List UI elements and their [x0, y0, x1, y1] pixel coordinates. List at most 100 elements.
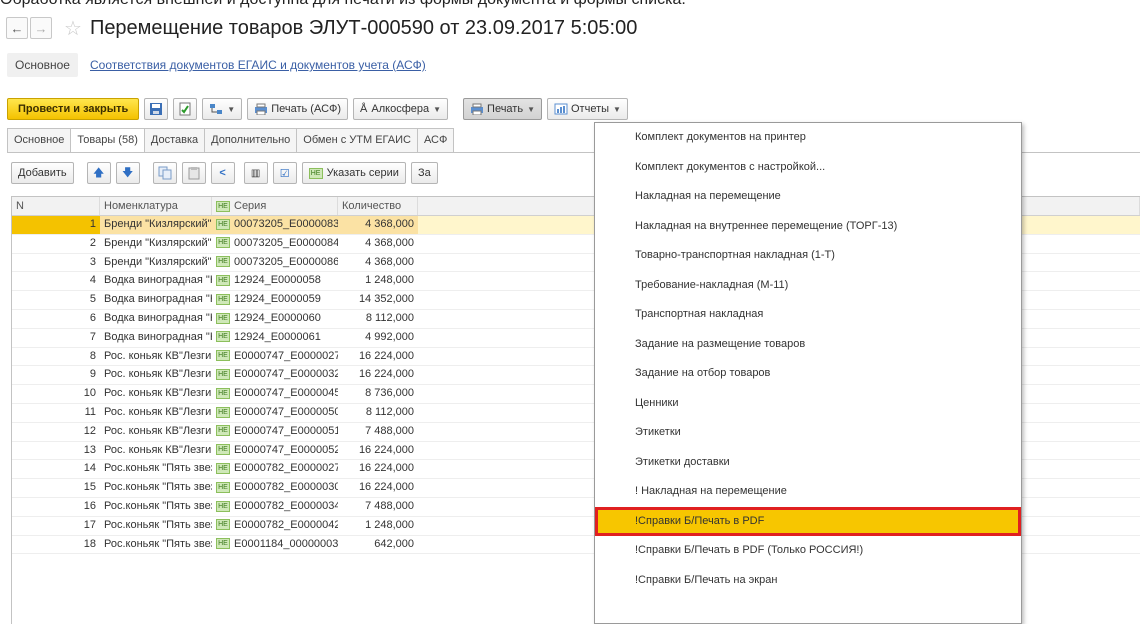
header-series[interactable]: НЕ Серия: [212, 197, 338, 215]
star-icon[interactable]: ☆: [64, 16, 82, 41]
add-button[interactable]: Добавить: [11, 162, 74, 184]
cell-nomenclature: Рос. коньяк КВ"Лезгинк...: [104, 349, 212, 362]
cell-nomenclature: Бренди "Кизлярский" Ма...: [104, 236, 212, 249]
tab-main[interactable]: Основное: [7, 128, 72, 152]
header-series-label: Серия: [234, 200, 267, 212]
series-icon: НЕ: [216, 237, 230, 249]
cell-nomenclature: Бренди "Кизлярский" Ма...: [104, 255, 212, 268]
section-link-egais[interactable]: Соответствия документов ЕГАИС и документ…: [90, 58, 426, 72]
barcode-button[interactable]: ▥: [243, 162, 268, 184]
form-toolbar: Провести и закрыть ▼ Печать (АСФ) Å Алко…: [7, 96, 628, 122]
print-menu-item[interactable]: Комплект документов на принтер: [595, 123, 1021, 153]
series-icon: НЕ: [216, 444, 230, 456]
share-button[interactable]: <: [210, 162, 235, 184]
back-button[interactable]: ←: [6, 17, 28, 39]
cell-nomenclature: Рос. коньяк КВ"Лезгинк...: [104, 405, 212, 418]
alcosfera-dropdown[interactable]: Å Алкосфера ▼: [353, 98, 449, 120]
barcode-icon: ▥: [250, 167, 261, 179]
series-icon: НЕ: [216, 293, 230, 305]
cell-series-value: 00073205_E0000083: [234, 218, 338, 230]
cell-series: НЕ E0000782_E0000042: [212, 517, 338, 535]
paste-button[interactable]: [181, 162, 206, 184]
cell-series: НЕ E0000782_E0000027: [212, 460, 338, 478]
tab-delivery[interactable]: Доставка: [143, 128, 206, 152]
cell-quantity: 1 248,000: [365, 274, 414, 287]
tab-goods[interactable]: Товары (58): [70, 128, 145, 152]
cell-quantity: 14 352,000: [358, 293, 414, 306]
series-icon: НЕ: [216, 218, 230, 230]
post-button[interactable]: [173, 98, 198, 120]
print-menu-item[interactable]: Накладная на перемещение: [595, 182, 1021, 212]
print-menu-item[interactable]: Задание на размещение товаров: [595, 330, 1021, 360]
cell-n: 3: [89, 255, 96, 268]
print-menu-item[interactable]: Товарно-транспортная накладная (1-Т): [595, 241, 1021, 271]
print-menu-item[interactable]: Комплект документов с настройкой...: [595, 153, 1021, 183]
cell-series: НЕ 00073205_E0000086: [212, 254, 338, 272]
print-asf-button[interactable]: Печать (АСФ): [247, 98, 349, 120]
printer-icon: [255, 103, 268, 115]
cell-series: НЕ 12924_E0000061: [212, 329, 338, 347]
cell-nomenclature: Водка виноградная "Киз...: [104, 311, 212, 324]
copy-button[interactable]: [152, 162, 177, 184]
cell-n: 16: [83, 499, 96, 512]
forward-button[interactable]: →: [30, 17, 52, 39]
cell-series-value: E0000747_E0000051: [234, 424, 338, 437]
reports-dropdown[interactable]: Отчеты ▼: [547, 98, 628, 120]
print-menu-item[interactable]: Ценники: [595, 389, 1021, 419]
specify-series-label: Указать серии: [326, 167, 399, 179]
move-down-button[interactable]: 🡇: [115, 162, 140, 184]
tab-asf[interactable]: АСФ: [416, 128, 455, 152]
move-up-button[interactable]: 🡅: [86, 162, 111, 184]
series-icon: НЕ: [216, 331, 230, 343]
cell-n: 18: [83, 537, 96, 550]
cell-series: НЕ E0001184_00000003: [212, 536, 338, 554]
cell-series-value: 12924_E0000060: [234, 311, 321, 324]
print-dropdown[interactable]: Печать ▼: [463, 98, 542, 120]
cell-nomenclature: Рос.коньяк "Пять звездо...: [104, 481, 212, 494]
share-icon: <: [219, 167, 226, 179]
cell-series-value: E0000747_E0000045: [234, 387, 338, 400]
print-menu-item[interactable]: !Справки Б/Печать на экран: [595, 566, 1021, 596]
print-menu-item[interactable]: !Справки Б/Печать в PDF: [595, 506, 1021, 536]
cell-quantity: 16 224,000: [358, 443, 414, 456]
cell-nomenclature: Рос.коньяк "Пять звездо...: [104, 537, 212, 550]
header-n[interactable]: N: [12, 197, 100, 215]
print-menu-item[interactable]: Этикетки: [595, 418, 1021, 448]
report-icon: [554, 103, 568, 115]
cell-n: 13: [83, 443, 96, 456]
save-button[interactable]: [144, 98, 169, 120]
print-menu-item[interactable]: Задание на отбор товаров: [595, 359, 1021, 389]
header-nomenclature[interactable]: Номенклатура: [100, 197, 212, 215]
series-icon: НЕ: [308, 167, 323, 179]
arrow-down-icon: 🡇: [121, 166, 134, 179]
chevron-down-icon: ▼: [433, 104, 442, 114]
header-quantity[interactable]: Количество: [338, 197, 418, 215]
cell-quantity: 4 368,000: [365, 255, 414, 268]
print-menu-item[interactable]: Накладная на внутреннее перемещение (ТОР…: [595, 212, 1021, 242]
series-icon: НЕ: [216, 368, 230, 380]
print-menu-item[interactable]: Транспортная накладная: [595, 300, 1021, 330]
series-icon: НЕ: [216, 538, 230, 550]
specify-series-button[interactable]: НЕ Указать серии: [301, 162, 406, 184]
window-titlebar: ← → ☆ Перемещение товаров ЭЛУТ-000590 от…: [6, 14, 637, 42]
tab-additional[interactable]: Дополнительно: [204, 128, 298, 152]
series-icon: НЕ: [216, 256, 230, 268]
cell-series-value: 00073205_E0000084: [234, 236, 338, 249]
series-icon: НЕ: [216, 519, 230, 531]
cell-quantity: 8 112,000: [365, 405, 414, 418]
print-menu-item[interactable]: Этикетки доставки: [595, 448, 1021, 478]
section-main[interactable]: Основное: [7, 53, 78, 77]
print-menu-item[interactable]: Требование-накладная (М-11): [595, 271, 1021, 301]
structure-dropdown[interactable]: ▼: [202, 98, 243, 120]
cell-series: НЕ 00073205_E0000084: [212, 235, 338, 253]
cell-n: 4: [89, 274, 96, 287]
truncated-button[interactable]: За: [410, 162, 438, 184]
series-icon: НЕ: [216, 387, 230, 399]
print-menu-item[interactable]: ! Накладная на перемещение: [595, 477, 1021, 507]
cell-series-value: E0000747_E0000027: [234, 349, 338, 362]
select-button[interactable]: ☑: [272, 162, 297, 184]
print-menu-item[interactable]: !Справки Б/Печать в PDF (Только РОССИЯ!): [595, 536, 1021, 566]
cell-series-value: 12924_E0000058: [234, 274, 321, 287]
post-and-close-button[interactable]: Провести и закрыть: [7, 98, 140, 120]
tab-utm-exchange[interactable]: Обмен с УТМ ЕГАИС: [296, 128, 418, 152]
